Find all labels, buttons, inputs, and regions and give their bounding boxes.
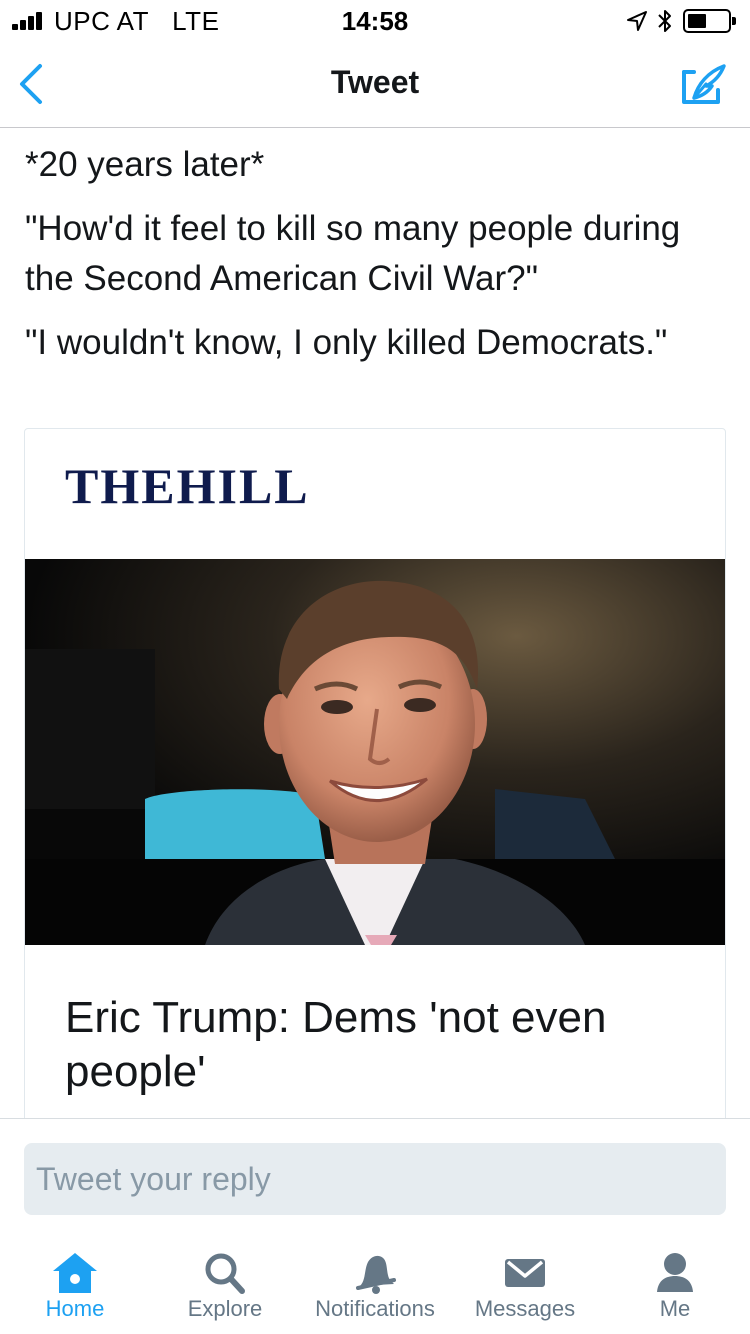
- article-title: Eric Trump: Dems 'not even people': [65, 993, 607, 1096]
- tab-label: Messages: [474, 1296, 576, 1321]
- tab-label: Notifications: [315, 1296, 435, 1321]
- tab-explore[interactable]: Explore: [150, 1236, 300, 1334]
- bluetooth-icon: [658, 10, 671, 32]
- home-icon: [53, 1253, 97, 1293]
- navigation-bar: Tweet: [0, 40, 750, 128]
- search-icon: [205, 1253, 245, 1294]
- reply-bar: [0, 1118, 750, 1236]
- page-title: Tweet: [330, 64, 420, 100]
- envelope-icon: [505, 1259, 545, 1287]
- tab-home[interactable]: Home: [0, 1236, 150, 1334]
- tab-me[interactable]: Me: [600, 1236, 750, 1334]
- tweet-text: *20 years later* "How'd it feel to kill …: [25, 140, 735, 382]
- bell-icon: [356, 1255, 396, 1294]
- status-bar: UPC AT LTE 14:58: [0, 0, 750, 40]
- person-icon: [657, 1253, 693, 1292]
- tab-bar: Home Explore Notifications Messages Me: [0, 1236, 750, 1334]
- tab-label: Me: [659, 1296, 691, 1321]
- battery-icon: [683, 9, 736, 33]
- publisher-logo: THEHILL: [65, 458, 310, 514]
- link-preview-card[interactable]: THEHILL Eric Trump: Dems 'not even peopl…: [24, 428, 726, 1128]
- tweet-line: "How'd it feel to kill so many people du…: [25, 209, 681, 298]
- article-image: [25, 559, 725, 945]
- tab-messages[interactable]: Messages: [450, 1236, 600, 1334]
- location-arrow-icon: [627, 11, 647, 31]
- tab-notifications[interactable]: Notifications: [300, 1236, 450, 1334]
- tab-label: Home: [45, 1296, 105, 1321]
- tweet-line: *20 years later*: [25, 145, 265, 184]
- reply-input[interactable]: [24, 1143, 726, 1215]
- tab-label: Explore: [187, 1296, 263, 1321]
- compose-tweet-icon[interactable]: [680, 62, 728, 108]
- tweet-line: "I wouldn't know, I only killed Democrat…: [25, 323, 668, 362]
